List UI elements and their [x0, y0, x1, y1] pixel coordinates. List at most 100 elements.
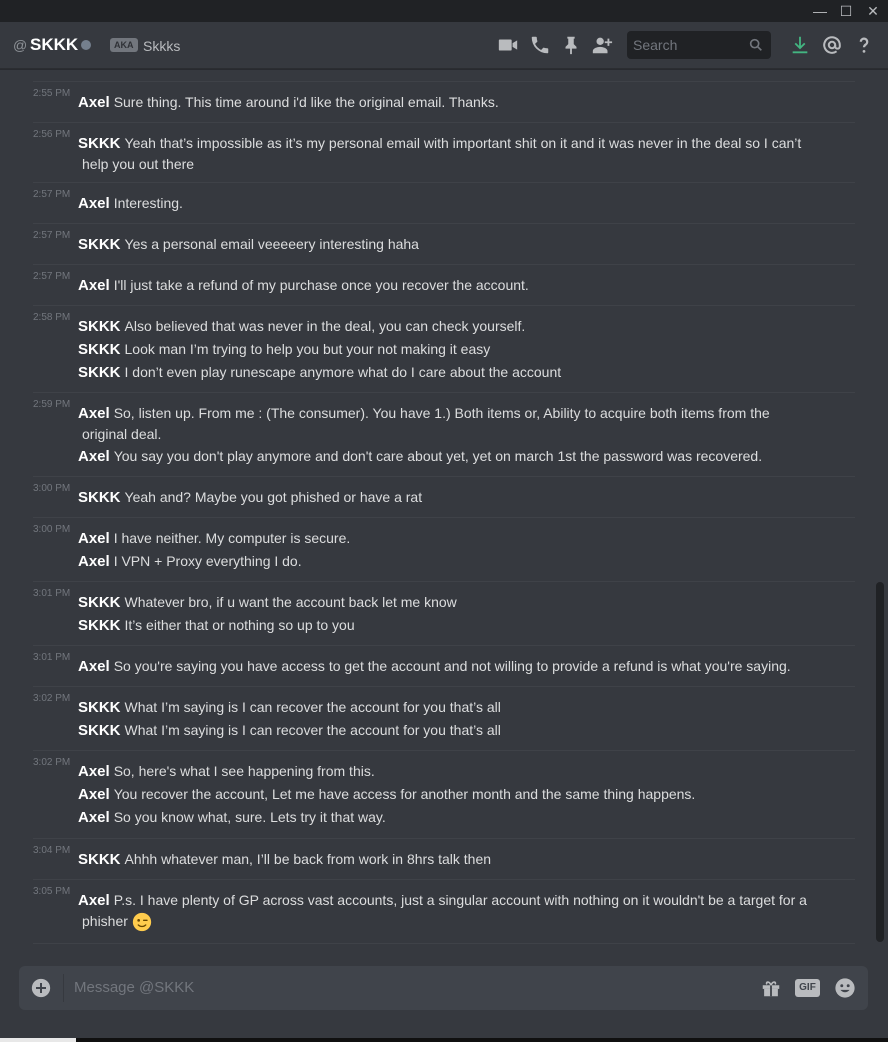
author-name[interactable]: SKKK [78, 489, 121, 506]
message: Axel You recover the account, Let me have… [78, 784, 818, 805]
message-text: So you know what, sure. Lets try it that… [113, 809, 386, 825]
author-name[interactable]: SKKK [78, 341, 121, 358]
timestamp: 2:57 PM [33, 271, 71, 282]
pin-icon[interactable] [560, 34, 582, 56]
message: Axel So, listen up. From me : (The consum… [78, 403, 818, 444]
timestamp: 2:56 PM [33, 129, 71, 140]
author-name[interactable]: Axel [78, 94, 110, 111]
author-name[interactable]: SKKK [78, 699, 121, 716]
author-name[interactable]: Axel [78, 448, 110, 465]
message-composer[interactable]: Message @SKKK GIF [19, 966, 868, 1010]
message-input[interactable]: Message @SKKK [74, 979, 194, 996]
message-group: 2:55 PM Axel Sure thing. This time around… [33, 81, 855, 122]
author-name[interactable]: Axel [78, 763, 110, 780]
message-group: 2:58 PM SKKK Also believed that was never… [33, 305, 855, 392]
author-name[interactable]: Axel [78, 892, 110, 909]
author-name[interactable]: Axel [78, 809, 110, 826]
chat-scrollbar[interactable] [876, 582, 884, 942]
winking-face-emoji-icon [132, 913, 151, 932]
message: SKKK What I’m saying is I can recover the… [78, 697, 818, 718]
message-group: 3:00 PM SKKK Yeah and? Maybe you got phis… [33, 476, 855, 517]
author-name[interactable]: Axel [78, 277, 110, 294]
search-box[interactable]: Search [627, 31, 771, 59]
author-name[interactable]: SKKK [78, 364, 121, 381]
gift-icon[interactable] [760, 977, 782, 999]
author-name[interactable]: Axel [78, 405, 110, 422]
upload-plus-icon[interactable] [31, 978, 51, 998]
message-group: 3:00 PM Axel I have neither. My computer … [33, 517, 855, 581]
author-name[interactable]: SKKK [78, 318, 121, 335]
message-list[interactable]: 2:55 PM Axel Sure thing. This time around… [0, 70, 875, 950]
close-button[interactable]: ✕ [859, 0, 887, 22]
message: Axel Interesting. [78, 193, 818, 214]
message-text: Yeah and? Maybe you got phished or have … [124, 489, 423, 505]
message: Axel I'll just take a refund of my purcha… [78, 275, 818, 296]
message-text-continued: help you out there [82, 156, 195, 172]
message: Axel P.s. I have plenty of GP across vast… [78, 890, 818, 932]
message-text: What I’m saying is I can recover the acc… [124, 722, 501, 738]
add-friend-icon[interactable] [591, 34, 613, 56]
author-name[interactable]: Axel [78, 195, 110, 212]
message-group: 2:56 PM SKKK Yeah that’s impossible as it… [33, 122, 855, 182]
channel-header: @ SKKK AKA Skkks Search [0, 22, 888, 69]
message-text: Also believed that was never in the deal… [124, 318, 526, 334]
voice-call-icon[interactable] [529, 34, 551, 56]
author-name[interactable]: SKKK [78, 722, 121, 739]
author-name[interactable]: SKKK [78, 594, 121, 611]
message: SKKK I don’t even play runescape anymore … [78, 362, 818, 383]
mentions-icon[interactable] [821, 34, 843, 56]
message-group: 3:02 PM Axel So, here's what I see happen… [33, 750, 855, 838]
message-text: I VPN + Proxy everything I do. [113, 553, 302, 569]
message: SKKK It’s either that or nothing so up to… [78, 615, 818, 636]
message: SKKK Yeah and? Maybe you got phished or h… [78, 487, 818, 508]
message-text: I don’t even play runescape anymore what… [124, 364, 562, 380]
message-text: Look man I’m trying to help you but your… [124, 341, 491, 357]
message-group: 2:57 PM SKKK Yes a personal email veeeeer… [33, 223, 855, 264]
author-name[interactable]: SKKK [78, 617, 121, 634]
maximize-button[interactable]: ☐ [832, 0, 860, 22]
gif-button[interactable]: GIF [795, 979, 820, 997]
author-name[interactable]: Axel [78, 553, 110, 570]
help-icon[interactable] [853, 34, 875, 56]
author-name[interactable]: Axel [78, 658, 110, 675]
message: Axel So you know what, sure. Lets try it … [78, 807, 818, 828]
dm-username[interactable]: SKKK [30, 35, 78, 55]
message: SKKK Whatever bro, if u want the account … [78, 592, 818, 613]
message: SKKK Yes a personal email veeeeery intere… [78, 234, 818, 255]
timestamp: 2:55 PM [33, 88, 71, 99]
message-group: 3:05 PM Axel P.s. I have plenty of GP acr… [33, 879, 855, 944]
author-name[interactable]: SKKK [78, 135, 121, 152]
message: SKKK Look man I’m trying to help you but … [78, 339, 818, 360]
author-name[interactable]: SKKK [78, 851, 121, 868]
author-name[interactable]: SKKK [78, 236, 121, 253]
timestamp: 3:02 PM [33, 693, 71, 704]
timestamp: 3:01 PM [33, 652, 71, 663]
message-text: Yes a personal email veeeeery interestin… [124, 236, 419, 252]
minimize-button[interactable]: — [806, 0, 834, 22]
message-group: 2:59 PM Axel So, listen up. From me : (Th… [33, 392, 855, 476]
author-name[interactable]: Axel [78, 786, 110, 803]
message: SKKK Yeah that’s impossible as it’s my pe… [78, 133, 818, 174]
author-name[interactable]: Axel [78, 530, 110, 547]
message: Axel So, here's what I see happening from… [78, 761, 818, 782]
emoji-picker-icon[interactable] [834, 977, 856, 999]
message: Axel So you're saying you have access to … [78, 656, 818, 677]
timestamp: 2:57 PM [33, 189, 71, 200]
message: Axel I VPN + Proxy everything I do. [78, 551, 818, 572]
message-group: 3:01 PM Axel So you're saying you have ac… [33, 645, 855, 686]
message-group: 2:57 PM Axel I'll just take a refund of m… [33, 264, 855, 305]
nickname: Skkks [143, 38, 181, 54]
message-text: I have neither. My computer is secure. [113, 530, 351, 546]
message-text: Whatever bro, if u want the account back… [124, 594, 457, 610]
video-call-icon[interactable] [497, 34, 519, 56]
timestamp: 3:02 PM [33, 757, 71, 768]
download-icon[interactable] [789, 34, 811, 56]
message: Axel I have neither. My computer is secur… [78, 528, 818, 549]
message-text: Ahhh whatever man, I’ll be back from wor… [124, 851, 492, 867]
message-text: It’s either that or nothing so up to you [124, 617, 355, 633]
timestamp: 2:58 PM [33, 312, 71, 323]
message: Axel You say you don't play anymore and d… [78, 446, 818, 467]
message: SKKK What I’m saying is I can recover the… [78, 720, 818, 741]
message-text: Interesting. [113, 195, 183, 211]
message-text: What I’m saying is I can recover the acc… [124, 699, 501, 715]
